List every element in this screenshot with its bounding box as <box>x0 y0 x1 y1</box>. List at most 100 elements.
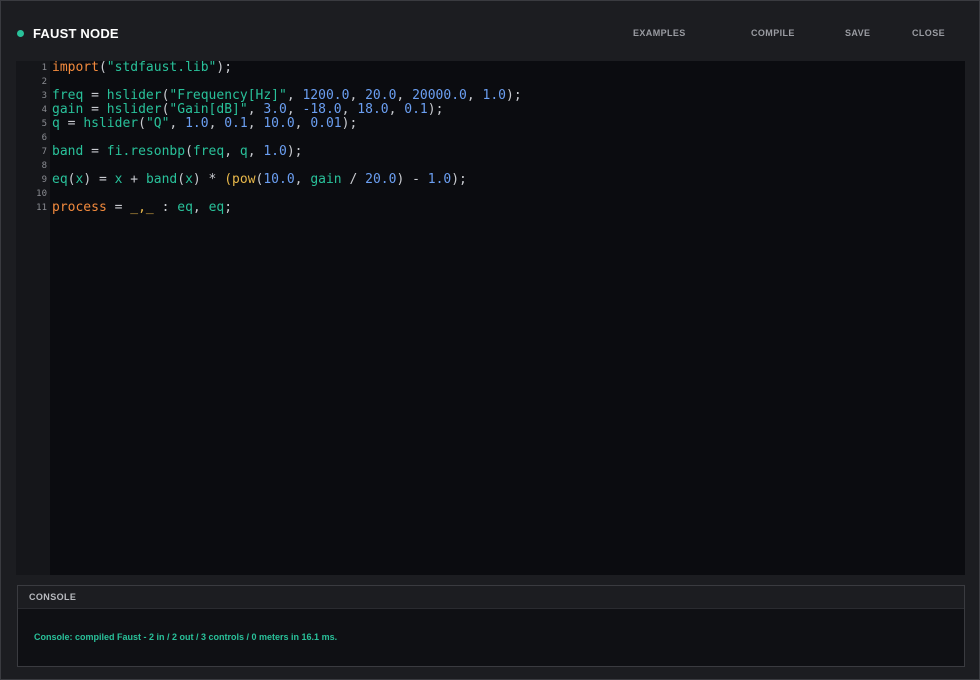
console-message: Console: compiled Faust - 2 in / 2 out /… <box>34 632 338 642</box>
code-line: eq(x) = x + band(x) * (pow(10.0, gain / … <box>52 173 467 187</box>
code-token: q <box>239 144 248 159</box>
code-token: , <box>349 88 366 103</box>
code-editor[interactable]: 1 2 3 4 5 6 7 8 9 10 11 import("stdfaust.lib"); fre… <box>16 61 965 575</box>
code-token: / <box>341 172 366 187</box>
code-token: x <box>185 172 193 187</box>
code-token: 3.0 <box>263 102 287 117</box>
code-token: ); <box>427 102 444 117</box>
console-title: CONSOLE <box>29 592 77 602</box>
save-button[interactable]: SAVE <box>845 28 870 38</box>
console-header: CONSOLE <box>18 586 964 609</box>
close-button[interactable]: CLOSE <box>912 28 945 38</box>
code-token: ); <box>341 116 358 131</box>
code-token: , <box>396 88 413 103</box>
code-token: , <box>294 172 311 187</box>
code-token: -18.0 <box>302 102 342 117</box>
code-token: 20.0 <box>365 88 397 103</box>
compile-button[interactable]: COMPILE <box>751 28 795 38</box>
code-line: freq = hslider("Frequency[Hz]", 1200.0, … <box>52 89 522 103</box>
code-token: "Frequency[Hz]" <box>169 88 287 103</box>
code-token: * <box>200 172 225 187</box>
header-bar: FAUST NODE EXAMPLES COMPILE SAVE CLOSE <box>1 1 979 65</box>
line-number: 6 <box>41 133 47 143</box>
code-token: ( <box>185 144 193 159</box>
code-token: 10.0 <box>263 116 295 131</box>
code-token: , <box>341 102 358 117</box>
code-token: hslider <box>83 116 139 131</box>
code-token: "stdfaust.lib" <box>106 60 217 75</box>
line-number: 3 <box>41 91 47 101</box>
code-token: band <box>52 144 84 159</box>
code-token: ); <box>451 172 467 187</box>
code-token: fi.resonbp <box>106 144 186 159</box>
code-token: hslider <box>106 102 162 117</box>
code-token: : <box>153 200 178 215</box>
code-token: = <box>83 88 107 103</box>
code-token: ( <box>177 172 186 187</box>
code-token: 18.0 <box>357 102 389 117</box>
line-number: 1 <box>41 63 47 73</box>
line-number: 4 <box>41 105 47 115</box>
code-token: , <box>247 116 264 131</box>
code-token: 20.0 <box>365 172 397 187</box>
line-number: 11 <box>36 203 47 213</box>
code-token: 0.01 <box>310 116 342 131</box>
code-token: ( <box>224 172 233 187</box>
line-number: 5 <box>41 119 47 129</box>
code-token: = <box>83 144 107 159</box>
code-token: - <box>404 172 428 187</box>
code-token: pow <box>232 172 256 187</box>
code-token: , <box>294 116 311 131</box>
line-number: 7 <box>41 147 47 157</box>
line-number: 10 <box>36 189 47 199</box>
code-token: freq <box>52 88 84 103</box>
code-text-area[interactable]: import("stdfaust.lib"); freq = hslider("F… <box>52 61 965 575</box>
code-token: q <box>52 116 60 131</box>
code-token: "Gain[dB]" <box>169 102 248 117</box>
line-number: 9 <box>41 175 47 185</box>
code-token: 1.0 <box>482 88 507 103</box>
line-number: 8 <box>41 161 47 171</box>
code-line: import("stdfaust.lib"); <box>52 61 232 75</box>
code-line: process = _,_ : eq, eq; <box>52 201 232 215</box>
code-token: , <box>224 144 240 159</box>
code-token: hslider <box>106 88 162 103</box>
code-token: ); <box>216 60 233 75</box>
code-token: ) <box>192 172 201 187</box>
code-token: ( <box>138 116 146 131</box>
code-token: 1200.0 <box>302 88 350 103</box>
code-token: gain <box>52 102 84 117</box>
code-token: 10.0 <box>263 172 295 187</box>
code-token: "Q" <box>145 116 170 131</box>
code-token: = <box>59 116 84 131</box>
code-token: ); <box>286 144 303 159</box>
console-panel: CONSOLE Console: compiled Faust - 2 in /… <box>17 585 965 667</box>
code-token: , <box>247 144 264 159</box>
code-token: freq <box>192 144 225 159</box>
faust-node-window: FAUST NODE EXAMPLES COMPILE SAVE CLOSE 1… <box>0 0 980 680</box>
code-token: , <box>208 116 225 131</box>
code-token: , <box>388 102 405 117</box>
code-token: ( <box>98 60 107 75</box>
code-token: 1.0 <box>185 116 209 131</box>
code-token: , <box>169 116 186 131</box>
code-token: , <box>192 200 209 215</box>
code-token: eq <box>177 200 193 215</box>
code-token: gain <box>310 172 342 187</box>
code-token: eq <box>208 200 225 215</box>
code-token: _,_ <box>130 200 154 215</box>
code-token: band <box>145 172 178 187</box>
code-token: 1.0 <box>263 144 287 159</box>
code-token: process <box>52 200 107 215</box>
code-token: 1.0 <box>427 172 452 187</box>
examples-button[interactable]: EXAMPLES <box>633 28 686 38</box>
code-token: = <box>91 172 115 187</box>
code-token: , <box>466 88 483 103</box>
code-token: eq <box>52 172 68 187</box>
line-number-gutter: 1 2 3 4 5 6 7 8 9 10 11 <box>16 61 50 575</box>
code-token: ); <box>506 88 522 103</box>
code-token: , <box>286 88 303 103</box>
code-token: = <box>106 200 131 215</box>
code-line: q = hslider("Q", 1.0, 0.1, 10.0, 0.01); <box>52 117 357 131</box>
code-token: + <box>122 172 146 187</box>
